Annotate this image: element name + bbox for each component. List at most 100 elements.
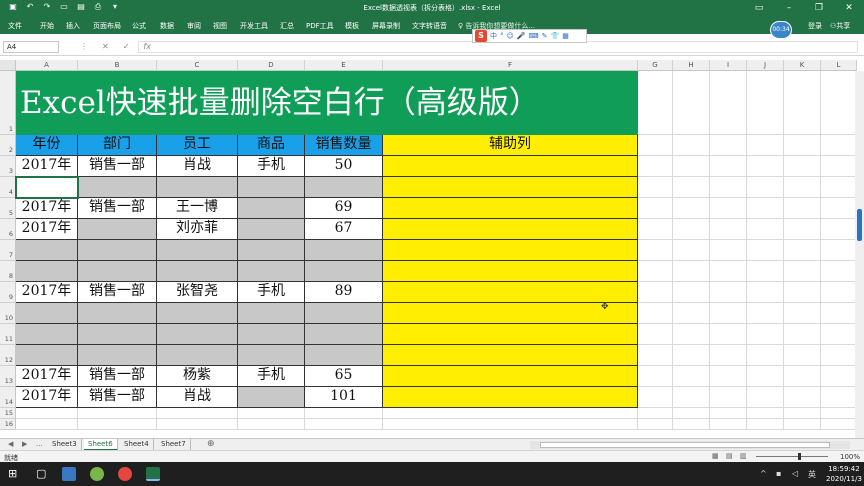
- row-header-7[interactable]: 7: [0, 240, 16, 261]
- grid-cell[interactable]: [157, 408, 238, 419]
- minimize-button[interactable]: –: [774, 0, 804, 17]
- grid-cell[interactable]: [747, 156, 784, 177]
- grid-cell[interactable]: [821, 219, 857, 240]
- grid-cell[interactable]: [784, 408, 821, 419]
- data-cell[interactable]: 2017年: [16, 156, 78, 177]
- helper-cell[interactable]: [383, 240, 638, 261]
- data-cell[interactable]: [157, 261, 238, 282]
- column-header-f[interactable]: F: [383, 60, 638, 71]
- grid-cell[interactable]: [638, 240, 673, 261]
- spreadsheet-grid[interactable]: A B C D E F G H I J K L 1 2 3 4 5 6 7 8 9 10 11 12 13 14 15 16 Excel…: [0, 56, 864, 438]
- grid-cell[interactable]: [710, 156, 747, 177]
- helper-cell[interactable]: [383, 177, 638, 198]
- row-header-3[interactable]: 3: [0, 156, 16, 177]
- grid-cell[interactable]: [710, 240, 747, 261]
- row-header-2[interactable]: 2: [0, 135, 16, 156]
- ime-emoji-icon[interactable]: ☺: [507, 32, 514, 40]
- row-header-6[interactable]: 6: [0, 219, 16, 240]
- grid-cell[interactable]: [16, 408, 78, 419]
- grid-cell[interactable]: [710, 345, 747, 366]
- grid-cell[interactable]: [157, 419, 238, 430]
- grid-cell[interactable]: [638, 261, 673, 282]
- grid-cell[interactable]: [821, 240, 857, 261]
- grid-cell[interactable]: [821, 387, 857, 408]
- grid-cell[interactable]: [747, 366, 784, 387]
- grid-cell[interactable]: [710, 198, 747, 219]
- data-cell[interactable]: [238, 303, 305, 324]
- grid-cell[interactable]: [821, 419, 857, 430]
- tab-view[interactable]: 视图: [213, 21, 227, 31]
- grid-cell[interactable]: [638, 345, 673, 366]
- data-cell[interactable]: 刘亦菲: [157, 219, 238, 240]
- task-view-icon[interactable]: ▢: [36, 467, 50, 481]
- data-cell[interactable]: 手机: [238, 156, 305, 177]
- row-header-14[interactable]: 14: [0, 387, 16, 408]
- data-cell[interactable]: 2017年: [16, 387, 78, 408]
- active-cell-selection[interactable]: [15, 176, 79, 199]
- grid-cell[interactable]: [710, 219, 747, 240]
- grid-cell[interactable]: [821, 282, 857, 303]
- grid-cell[interactable]: [638, 177, 673, 198]
- input-language[interactable]: 英: [808, 469, 816, 480]
- vertical-scroll-thumb[interactable]: [857, 209, 862, 241]
- data-cell[interactable]: [238, 261, 305, 282]
- grid-cell[interactable]: [747, 177, 784, 198]
- grid-cell[interactable]: [784, 71, 821, 135]
- data-cell[interactable]: [157, 345, 238, 366]
- grid-cell[interactable]: [747, 261, 784, 282]
- grid-cell[interactable]: [747, 71, 784, 135]
- data-cell[interactable]: [305, 177, 383, 198]
- grid-cell[interactable]: [747, 419, 784, 430]
- grid-cell[interactable]: [784, 135, 821, 156]
- normal-view-icon[interactable]: ▦: [712, 452, 719, 460]
- grid-cell[interactable]: [78, 408, 157, 419]
- data-cell[interactable]: [157, 303, 238, 324]
- grid-cell[interactable]: [710, 324, 747, 345]
- ime-skin-icon[interactable]: 👕: [551, 32, 560, 40]
- grid-cell[interactable]: [383, 408, 638, 419]
- grid-cell[interactable]: [784, 366, 821, 387]
- ime-voice-icon[interactable]: 🎤: [517, 32, 526, 40]
- volume-icon[interactable]: ◁: [792, 469, 798, 478]
- ime-toolbox-icon[interactable]: ▦: [562, 32, 569, 40]
- grid-cell[interactable]: [638, 408, 673, 419]
- grid-cell[interactable]: [305, 419, 383, 430]
- column-header-h[interactable]: H: [673, 60, 710, 71]
- header-cell[interactable]: 部门: [78, 135, 157, 156]
- data-cell[interactable]: 肖战: [157, 387, 238, 408]
- grid-cell[interactable]: [673, 408, 710, 419]
- tab-developer[interactable]: 开发工具: [240, 21, 268, 31]
- grid-cell[interactable]: [710, 135, 747, 156]
- grid-cell[interactable]: [747, 303, 784, 324]
- data-cell[interactable]: [78, 219, 157, 240]
- ime-handwrite-icon[interactable]: ✎: [542, 32, 548, 40]
- grid-cell[interactable]: [784, 219, 821, 240]
- ribbon-display-button[interactable]: ▭: [744, 0, 774, 17]
- column-header-l[interactable]: L: [821, 60, 857, 71]
- row-header-13[interactable]: 13: [0, 366, 16, 387]
- share-button[interactable]: ⚇共享: [830, 21, 850, 31]
- login-link[interactable]: 登录: [808, 21, 822, 31]
- add-sheet-icon[interactable]: ⊕: [207, 439, 215, 449]
- grid-cell[interactable]: [638, 419, 673, 430]
- column-header-d[interactable]: D: [238, 60, 305, 71]
- sheet-prev-icon[interactable]: ◀: [8, 440, 13, 448]
- grid-cell[interactable]: [638, 135, 673, 156]
- tab-templates[interactable]: 模板: [345, 21, 359, 31]
- tab-data[interactable]: 数据: [160, 21, 174, 31]
- sheet-more-icon[interactable]: ...: [36, 440, 43, 448]
- tray-app-icon[interactable]: ▪: [776, 469, 781, 478]
- grid-cell[interactable]: [710, 387, 747, 408]
- grid-cell[interactable]: [638, 303, 673, 324]
- grid-cell[interactable]: [638, 219, 673, 240]
- grid-cell[interactable]: [673, 419, 710, 430]
- zoom-level[interactable]: 100%: [840, 453, 860, 461]
- grid-cell[interactable]: [638, 198, 673, 219]
- row-header-8[interactable]: 8: [0, 261, 16, 282]
- grid-cell[interactable]: [821, 408, 857, 419]
- grid-cell[interactable]: [710, 261, 747, 282]
- grid-cell[interactable]: [784, 261, 821, 282]
- data-cell[interactable]: 69: [305, 198, 383, 219]
- data-cell[interactable]: 销售一部: [78, 387, 157, 408]
- grid-cell[interactable]: [238, 419, 305, 430]
